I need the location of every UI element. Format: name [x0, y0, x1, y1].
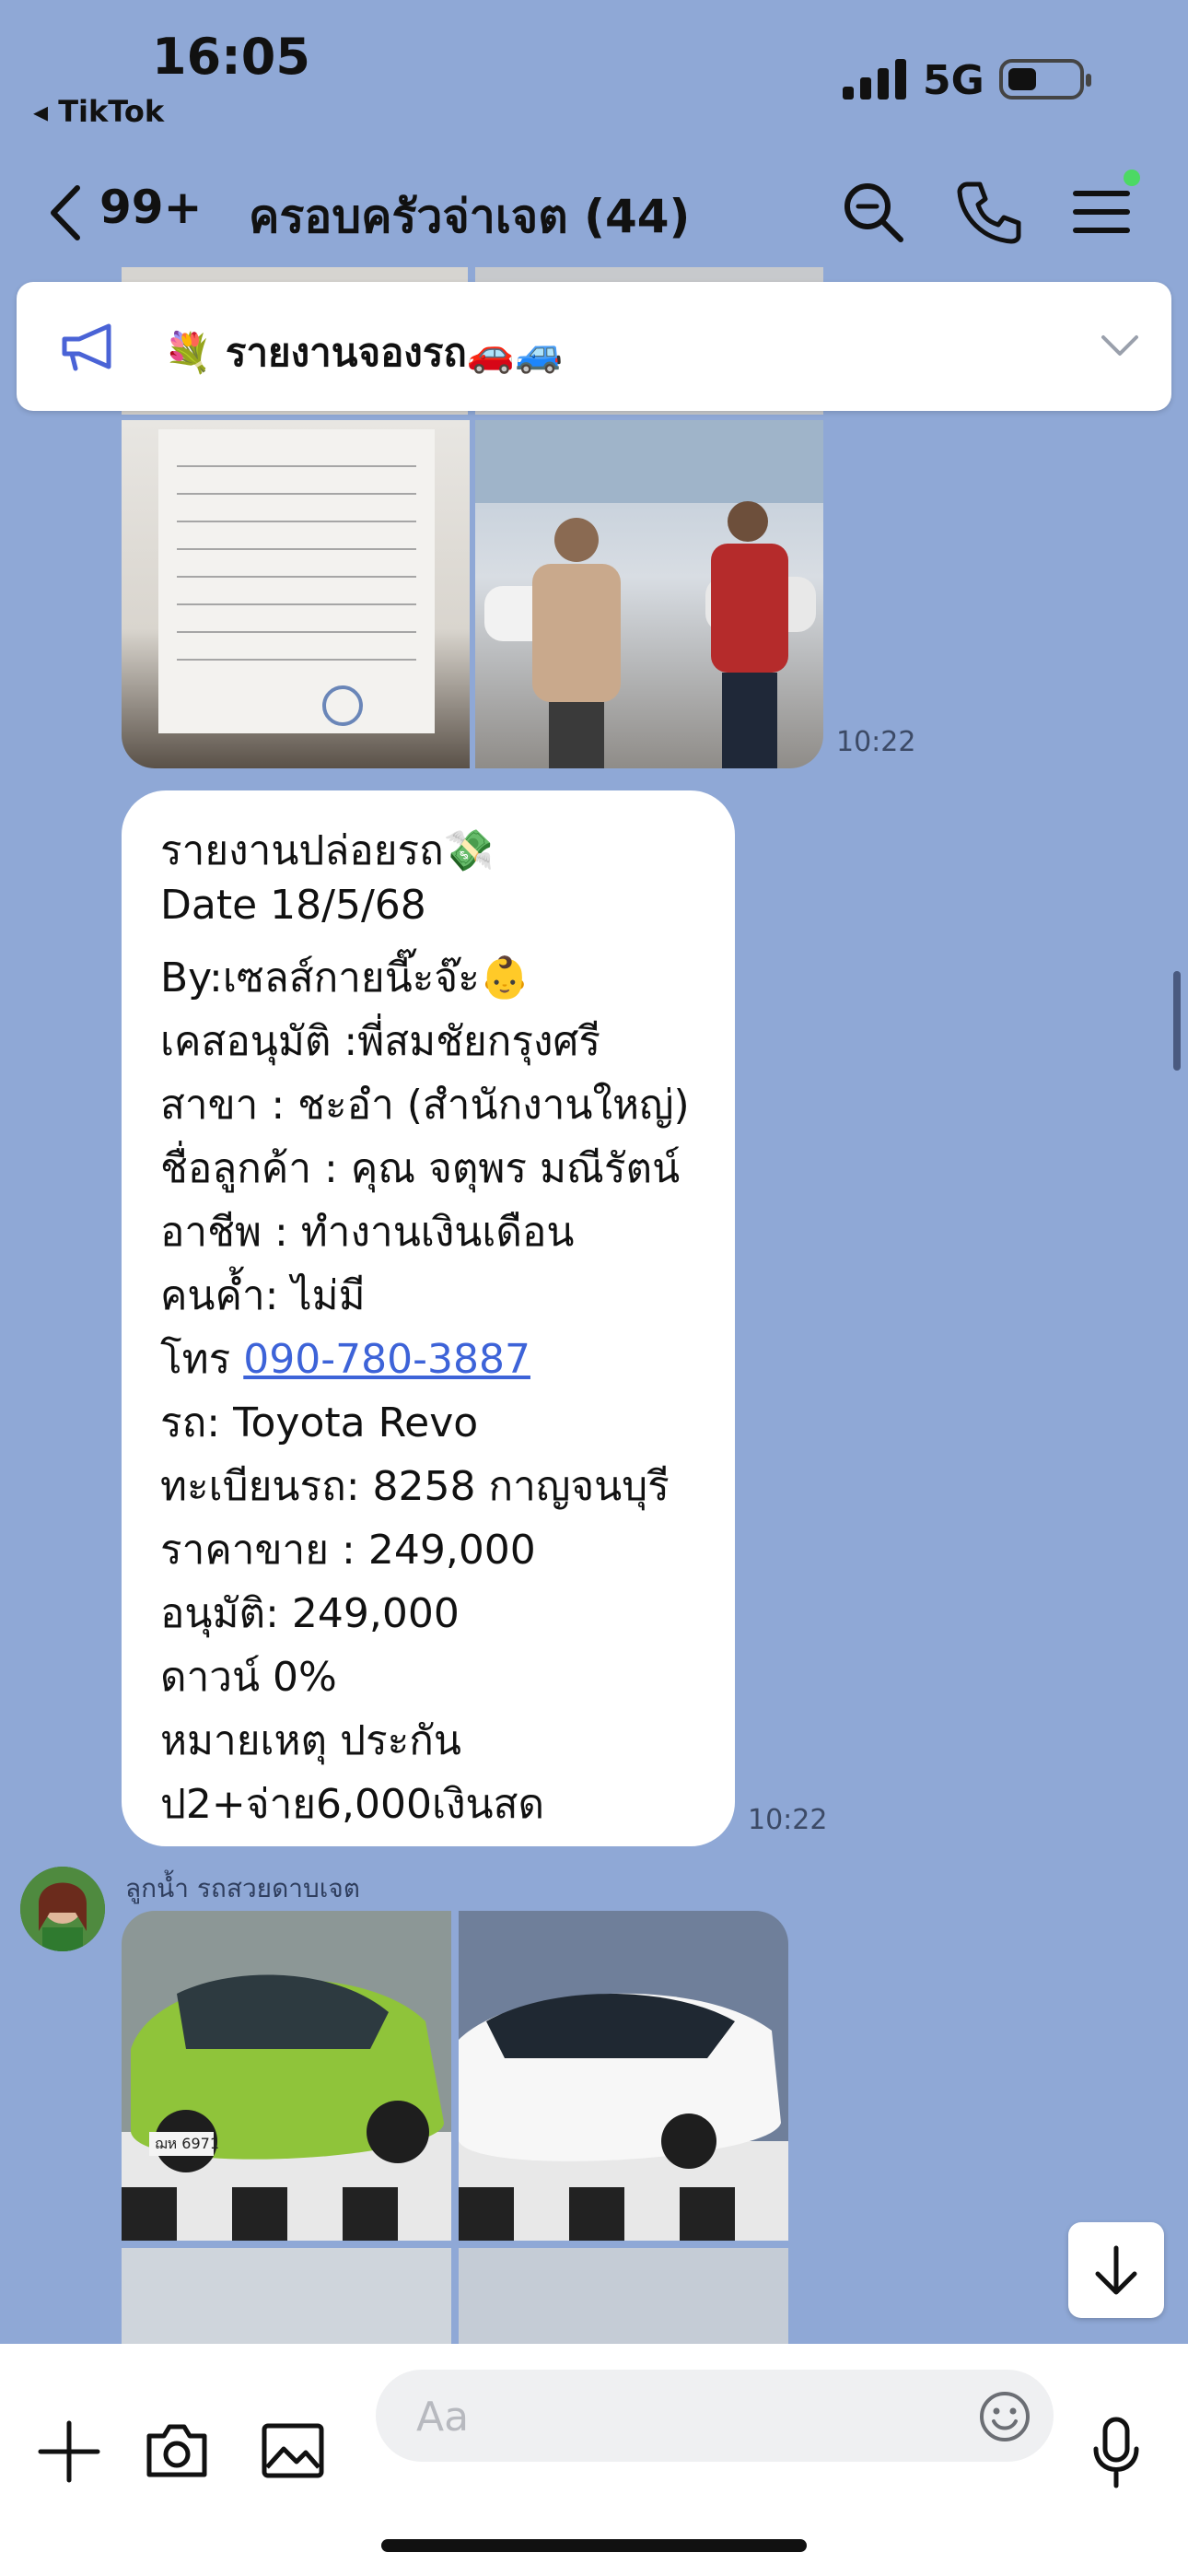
photo-timestamp: 10:22: [836, 726, 916, 758]
emoji-icon[interactable]: [978, 2390, 1031, 2443]
car-photo-bottom-left[interactable]: [122, 2248, 451, 2344]
license-plate-text: ฌห 6971: [155, 2135, 219, 2152]
car-photo-bottom-right[interactable]: [459, 2248, 788, 2344]
phone-icon[interactable]: [952, 175, 1026, 249]
pinned-announcement[interactable]: 💐 รายงานจองรถ🚗🚙: [17, 282, 1171, 411]
message-line: เคสอนุมัติ :พี่สมชัยกรุงศรี: [160, 1018, 601, 1065]
sender-name: ลูกน้ำ รถสวยดาบเจต: [125, 1873, 360, 1903]
message-line: By:เซลส์กายนี๊ะจ๊ะ👶: [160, 954, 530, 1001]
back-to-app-link[interactable]: ◂ TikTok: [33, 94, 164, 129]
back-chevron-icon[interactable]: [44, 181, 90, 245]
scroll-to-bottom-button[interactable]: [1068, 2222, 1164, 2318]
status-time: 16:05: [152, 28, 310, 86]
signal-icon: [843, 59, 906, 100]
announcement-text: 💐 รายงานจองรถ🚗🚙: [164, 330, 564, 375]
arrow-down-icon: [1095, 2245, 1137, 2295]
phone-line: โทร 090-780-3887: [160, 1327, 530, 1391]
message-line: อนุมัติ: 249,000: [160, 1590, 460, 1637]
message-line: ราคาขาย : 249,000: [160, 1527, 536, 1574]
scrollbar-thumb[interactable]: [1173, 971, 1181, 1071]
car-photo-green[interactable]: ฌห 6971: [122, 1911, 451, 2241]
unread-count[interactable]: 99+: [99, 181, 202, 234]
microphone-icon[interactable]: [1090, 2416, 1142, 2489]
home-indicator: [381, 2539, 807, 2552]
message-line: สาขา : ชะอำ (สำนักงานใหญ่): [160, 1082, 690, 1129]
message-line: อาชีพ : ทำงานเงินเดือน: [160, 1209, 575, 1256]
megaphone-icon: [62, 323, 111, 371]
menu-icon[interactable]: [1065, 175, 1138, 249]
camera-icon[interactable]: [144, 2421, 210, 2480]
avatar[interactable]: [20, 1867, 105, 1951]
phone-number-link[interactable]: 090-780-3887: [243, 1336, 530, 1383]
message-line: ทะเบียนรถ: 8258 กาญจนบุรี: [160, 1463, 670, 1510]
handover-photo[interactable]: [475, 420, 823, 768]
message-input[interactable]: Aa: [376, 2370, 1054, 2462]
report-message-bubble[interactable]: รายงานปล่อยรถ💸 Date 18/5/68 By:เซลส์กายน…: [122, 790, 735, 1846]
message-line: รายงานปล่อยรถ💸: [160, 827, 495, 874]
chevron-down-icon[interactable]: [1100, 332, 1140, 359]
message-line: คนค้ำ: ไม่มี: [160, 1272, 366, 1319]
battery-icon: [999, 59, 1091, 100]
chat-title[interactable]: ครอบครัวจ่าเจต (44): [249, 181, 690, 253]
phone-label: โทร: [160, 1336, 244, 1383]
message-line: หมายเหตุ ประกัน: [160, 1717, 462, 1764]
network-label: 5G: [923, 57, 984, 104]
car-photo-grid[interactable]: ฌห 6971: [122, 1911, 788, 2344]
notification-dot: [1124, 170, 1140, 186]
message-line: รถ: Toyota Revo: [160, 1399, 479, 1446]
message-input-placeholder: Aa: [416, 2394, 470, 2441]
message-timestamp: 10:22: [748, 1804, 828, 1836]
image-icon[interactable]: [260, 2421, 326, 2480]
message-line: ป2+จ่าย6,000เงินสด: [160, 1781, 545, 1828]
plus-icon[interactable]: [37, 2419, 101, 2484]
message-line: Date 18/5/68: [160, 882, 426, 929]
car-photo-white[interactable]: [459, 1911, 788, 2241]
document-photo[interactable]: [122, 420, 470, 768]
message-line: ชื่อลูกค้า : คุณ จตุพร มณีรัตน์: [160, 1145, 681, 1192]
search-icon[interactable]: [836, 175, 910, 249]
message-line: ดาวน์ 0%: [160, 1654, 337, 1701]
